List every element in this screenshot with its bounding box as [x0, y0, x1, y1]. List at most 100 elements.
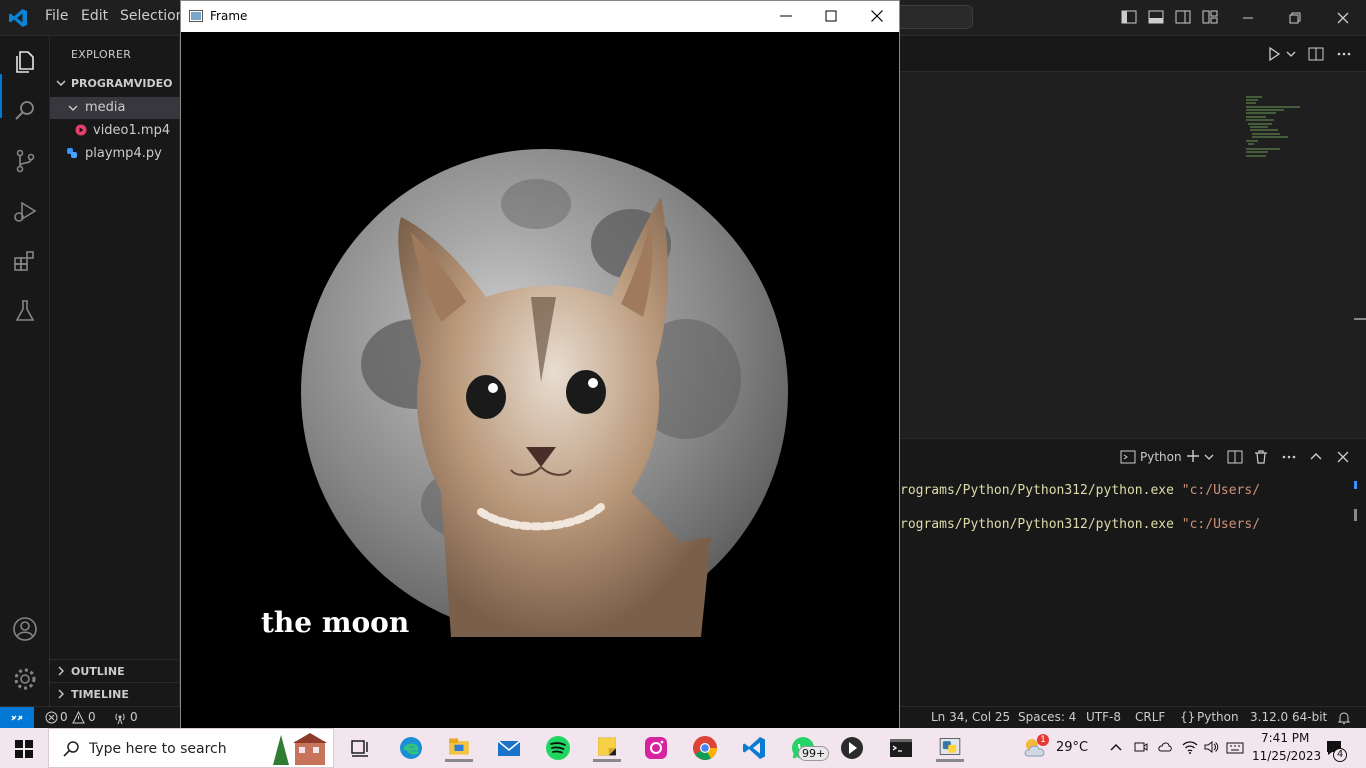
- frame-maximize-icon[interactable]: [824, 9, 838, 23]
- python-frame-taskbar-icon[interactable]: [936, 734, 964, 762]
- media-player-icon[interactable]: [838, 734, 866, 762]
- panel-more-actions-icon[interactable]: [1281, 449, 1297, 465]
- search-icon[interactable]: [12, 98, 38, 124]
- clock-time[interactable]: 7:41 PM: [1261, 731, 1309, 745]
- show-hidden-icons-chevron-icon[interactable]: [1110, 742, 1122, 754]
- accounts-icon[interactable]: [12, 616, 38, 642]
- terminal-string: "c:/Users/: [1181, 483, 1261, 498]
- split-terminal-icon[interactable]: [1227, 449, 1243, 465]
- remote-icon: [11, 715, 23, 721]
- notifications-bell-icon[interactable]: [1337, 711, 1351, 725]
- editor-minimap[interactable]: [1244, 94, 1314, 164]
- task-view-icon[interactable]: [346, 734, 374, 762]
- instagram-icon[interactable]: [642, 734, 670, 762]
- customize-layout-icon[interactable]: [1202, 9, 1218, 25]
- video-file-icon: [75, 124, 87, 136]
- chrome-icon[interactable]: [691, 734, 719, 762]
- indentation[interactable]: Spaces: 4: [1018, 710, 1076, 724]
- frame-titlebar[interactable]: Frame: [181, 1, 899, 32]
- error-count[interactable]: 0: [60, 710, 68, 724]
- meet-now-icon[interactable]: [1134, 740, 1148, 754]
- run-dropdown-chevron-icon[interactable]: [1286, 49, 1296, 59]
- windows-start-icon[interactable]: [15, 740, 33, 758]
- terminal-command: rograms/Python/Python312/python.exe: [900, 517, 1182, 532]
- terminal-line: rograms/Python/Python312/python.exe "c:/…: [900, 483, 1260, 498]
- editor-tab-bar: [900, 36, 1366, 72]
- terminal-dropdown-chevron-icon[interactable]: [1204, 452, 1214, 462]
- run-and-debug-icon[interactable]: [12, 198, 38, 224]
- root-folder-label: PROGRAMVIDEO: [71, 77, 173, 90]
- vscode-taskbar-icon[interactable]: [740, 734, 768, 762]
- more-actions-icon[interactable]: [1336, 46, 1352, 62]
- source-control-icon[interactable]: [12, 148, 38, 174]
- file-explorer-icon[interactable]: [445, 734, 473, 762]
- timeline-title: TIMELINE: [71, 688, 129, 701]
- error-icon: [45, 711, 58, 724]
- maximize-panel-chevron-up-icon[interactable]: [1308, 449, 1324, 465]
- taskbar-search-placeholder: Type here to search: [89, 741, 227, 757]
- toggle-secondary-sidebar-icon[interactable]: [1175, 9, 1191, 25]
- vscode-minimize-icon[interactable]: [1240, 10, 1256, 26]
- testing-flask-icon[interactable]: [12, 298, 38, 324]
- chevron-down-icon: [68, 105, 78, 111]
- outline-section[interactable]: OUTLINE: [50, 659, 180, 681]
- terminal-cmd-icon[interactable]: [887, 734, 915, 762]
- network-cloud-icon[interactable]: [1157, 740, 1173, 754]
- weather-temperature[interactable]: 29°C: [1056, 740, 1088, 755]
- ports-count[interactable]: 0: [130, 710, 138, 724]
- sticky-notes-icon[interactable]: [593, 734, 621, 762]
- ports-broadcast-icon: [115, 713, 125, 725]
- video-frame: the moon: [181, 32, 899, 728]
- activity-bar: [0, 36, 50, 706]
- timeline-section[interactable]: TIMELINE: [50, 682, 180, 704]
- warning-count[interactable]: 0: [88, 710, 96, 724]
- new-terminal-plus-icon[interactable]: [1186, 449, 1200, 463]
- tree-item-media[interactable]: media: [50, 97, 180, 119]
- edge-browser-icon[interactable]: [397, 734, 425, 762]
- cursor-position[interactable]: Ln 34, Col 25: [931, 710, 1010, 724]
- frame-close-icon[interactable]: [870, 9, 884, 23]
- wifi-icon[interactable]: [1182, 739, 1198, 755]
- language-mode[interactable]: Python: [1197, 710, 1239, 724]
- toggle-panel-icon[interactable]: [1148, 9, 1164, 25]
- close-panel-icon[interactable]: [1335, 449, 1351, 465]
- volume-icon[interactable]: [1203, 739, 1219, 755]
- terminal-line: rograms/Python/Python312/python.exe "c:/…: [900, 517, 1260, 532]
- explorer-files-icon[interactable]: [12, 48, 38, 74]
- editor-scroll-marker: [1354, 318, 1366, 320]
- vscode-logo-icon[interactable]: [8, 8, 28, 28]
- tree-item-playmp4[interactable]: playmp4.py: [50, 143, 180, 165]
- run-python-file-icon[interactable]: [1266, 46, 1282, 62]
- folder-root-row[interactable]: PROGRAMVIDEO: [50, 72, 180, 94]
- python-file-icon: [67, 148, 77, 158]
- file-encoding[interactable]: UTF-8: [1086, 710, 1121, 724]
- terminal-prompt-icon: [1120, 450, 1136, 464]
- mail-icon[interactable]: [495, 734, 523, 762]
- split-editor-icon[interactable]: [1308, 46, 1324, 62]
- manage-gear-icon[interactable]: [12, 666, 38, 692]
- command-center-search[interactable]: [895, 5, 973, 29]
- frame-minimize-icon[interactable]: [779, 9, 793, 23]
- terminal-name[interactable]: Python: [1140, 450, 1182, 464]
- vscode-restore-icon[interactable]: [1287, 10, 1303, 26]
- vscode-close-icon[interactable]: [1335, 10, 1351, 26]
- kill-terminal-trash-icon[interactable]: [1253, 449, 1269, 465]
- menu-selection[interactable]: Selection: [120, 8, 185, 24]
- python-interpreter[interactable]: 3.12.0 64-bit: [1250, 710, 1327, 724]
- tree-item-video[interactable]: video1.mp4: [50, 120, 180, 142]
- tree-item-label: video1.mp4: [93, 123, 171, 138]
- outline-title: OUTLINE: [71, 665, 125, 678]
- menu-file[interactable]: File: [45, 8, 68, 24]
- input-language-keyboard-icon[interactable]: [1226, 739, 1244, 755]
- spotify-icon[interactable]: [544, 734, 572, 762]
- clock-date[interactable]: 11/25/2023: [1252, 749, 1321, 763]
- remote-indicator[interactable]: [0, 707, 34, 729]
- end-of-line[interactable]: CRLF: [1135, 710, 1165, 724]
- search-highlight-illustration: [273, 733, 327, 765]
- taskbar-search-box[interactable]: Type here to search: [48, 728, 334, 768]
- menu-edit[interactable]: Edit: [81, 8, 108, 24]
- terminal-scrollbar[interactable]: [1354, 509, 1357, 521]
- toggle-primary-sidebar-icon[interactable]: [1121, 9, 1137, 25]
- extensions-icon[interactable]: [12, 248, 38, 274]
- kitten-image: [398, 197, 711, 637]
